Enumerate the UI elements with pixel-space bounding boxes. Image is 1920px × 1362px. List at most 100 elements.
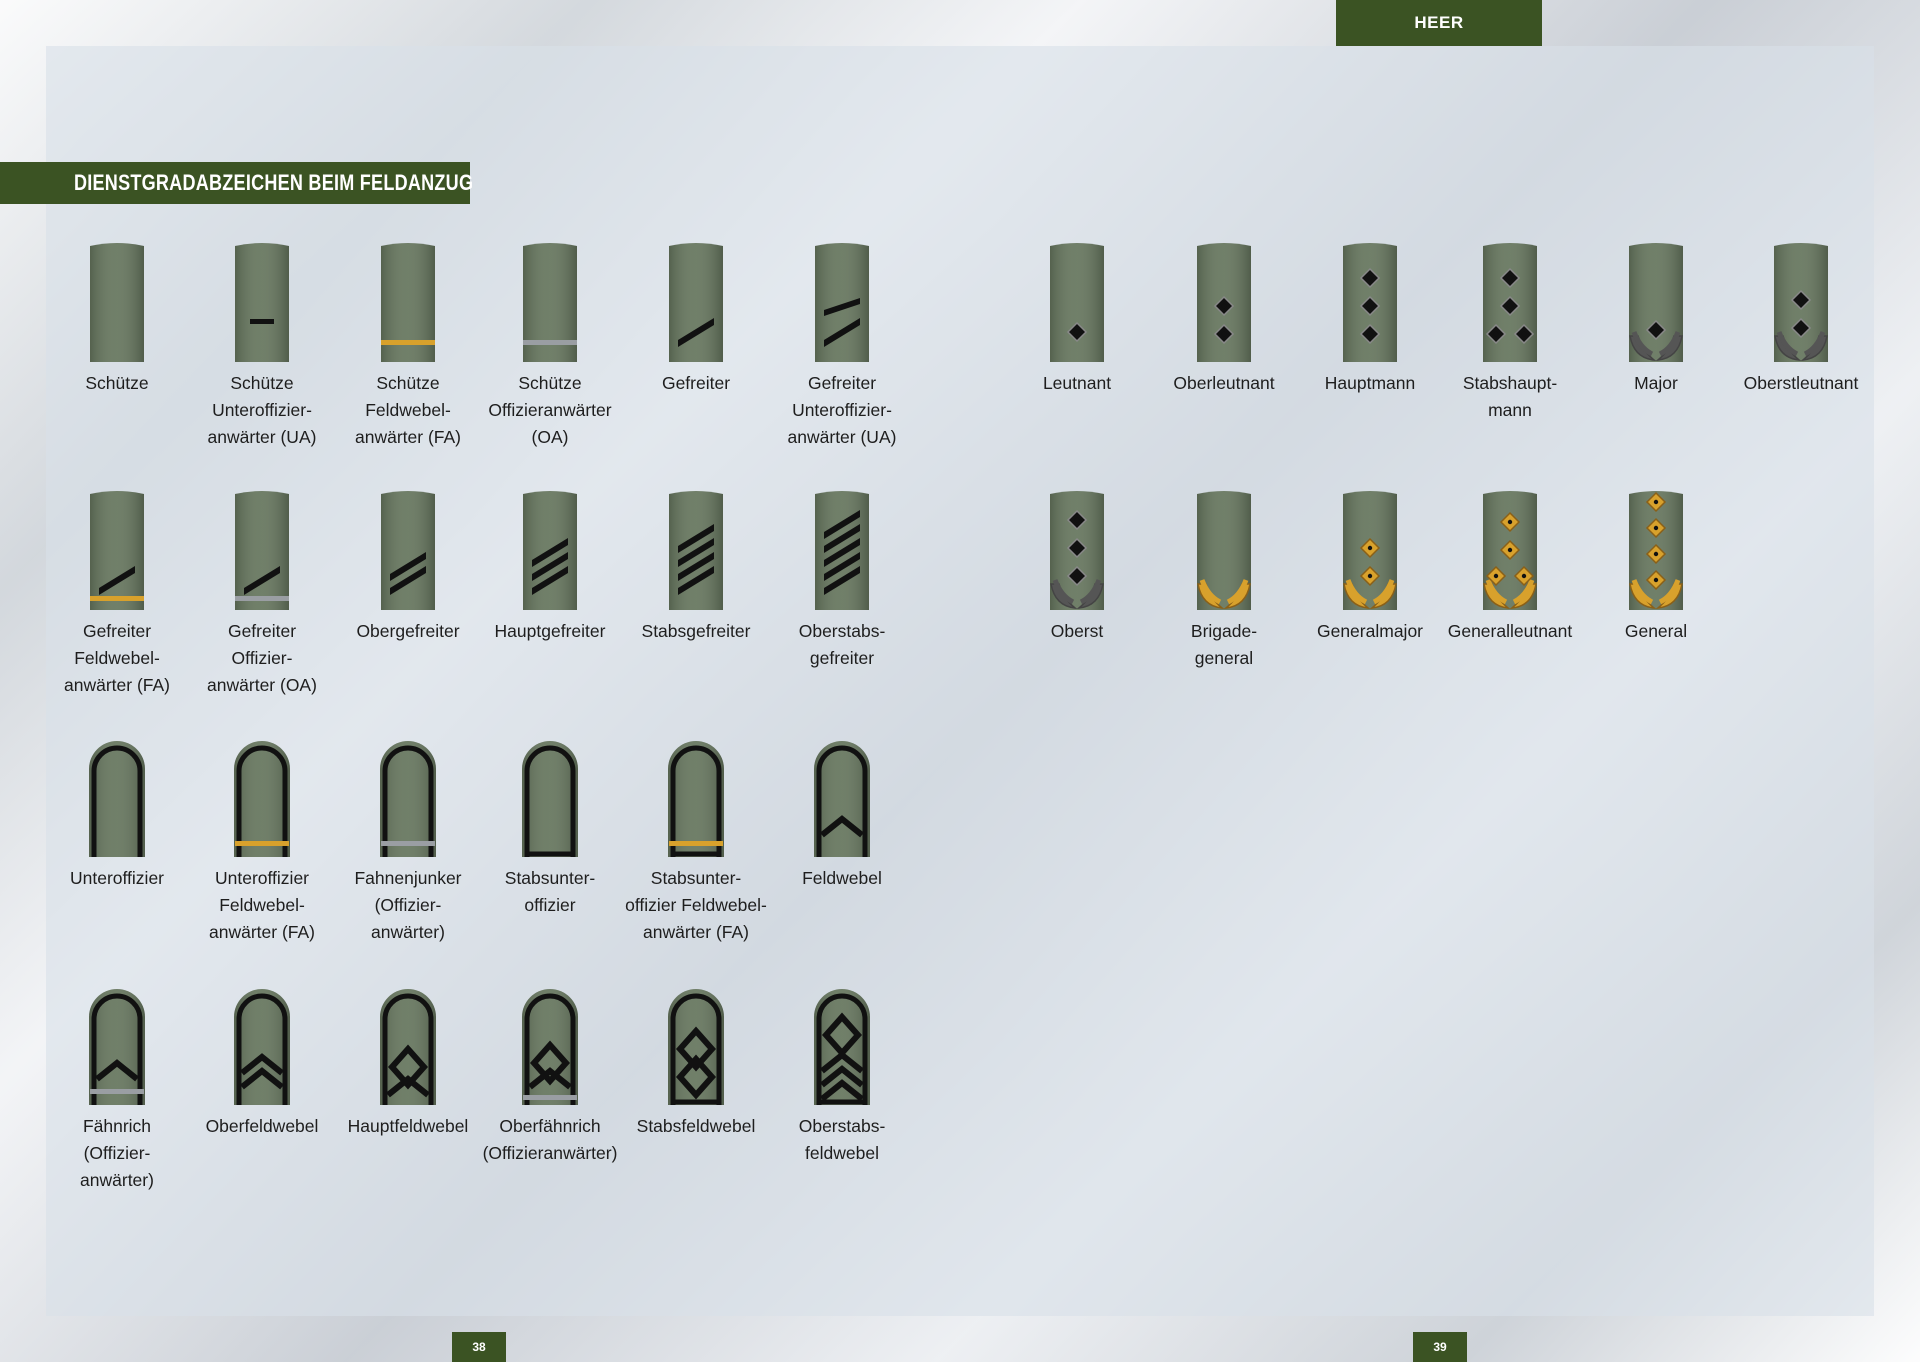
epaulette-schuetze-fa-icon [333,236,483,362]
rank-label: Leutnant [1042,373,1112,393]
epaulette-gefreiter-fa-icon [42,484,192,610]
rank-hauptfeldwebel: Hauptfeldwebel [333,979,483,1140]
rank-label: Unteroffizier [69,868,165,888]
section-tab-heer: HEER [1336,0,1542,46]
epaulette-oberst-icon [1002,484,1152,610]
rank-oberfeldwebel: Oberfeldwebel [187,979,337,1140]
rank-stabshauptmann: Stabshaupt- mann [1435,236,1585,424]
epaulette-oberfeldwebel-icon [187,979,337,1105]
rank-label: Schütze [85,373,149,393]
epaulette-generalleutnant-icon [1435,484,1585,610]
epaulette-fahnenjunker-icon [333,731,483,857]
rank-label: Gefreiter [661,373,731,393]
rank-schuetze-fa: Schütze Feldwebel- anwärter (FA) [333,236,483,451]
epaulette-gefreiter-oa-icon [187,484,337,610]
rank-label: Gefreiter Feldwebel- anwärter (FA) [64,621,170,695]
rank-label: Brigade- general [1190,621,1258,668]
rank-gefreiter-fa: Gefreiter Feldwebel- anwärter (FA) [42,484,192,699]
epaulette-gefreiter-icon [621,236,771,362]
epaulette-unteroffizier-fa-icon [187,731,337,857]
rank-gefreiter-oa: Gefreiter Offizier- anwärter (OA) [187,484,337,699]
epaulette-feldwebel-icon [767,731,917,857]
page-number-right: 39 [1413,1332,1467,1362]
epaulette-oberstleutnant-icon [1726,236,1876,362]
rank-label: Feldwebel [802,868,882,888]
rank-label: Unteroffizier Feldwebel- anwärter (FA) [209,868,315,942]
epaulette-oberleutnant-icon [1149,236,1299,362]
rank-generalmajor: Generalmajor [1295,484,1445,645]
rank-fahnenjunker: Fahnenjunker (Offizier- anwärter) [333,731,483,946]
epaulette-hauptfeldwebel-icon [333,979,483,1105]
rank-label: Gefreiter Unteroffizier- anwärter (UA) [787,373,897,447]
rank-feldwebel: Feldwebel [767,731,917,892]
section-header: DIENSTGRADABZEICHEN BEIM FELDANZUG [0,162,474,204]
rank-stabsfeldwebel: Stabsfeldwebel [621,979,771,1140]
epaulette-stabsfeldwebel-icon [621,979,771,1105]
rank-label: Gefreiter Offizier- anwärter (OA) [207,621,317,695]
epaulette-unteroffizier-icon [42,731,192,857]
rank-oberfaehnrich: Oberfähnrich (Offizieranwärter) [475,979,625,1167]
rank-label: Oberfeldwebel [205,1116,319,1136]
rank-label: Stabshaupt- mann [1462,373,1558,420]
rank-oberstleutnant: Oberstleutnant [1726,236,1876,397]
rank-generalleutnant: Generalleutnant [1435,484,1585,645]
epaulette-faehnrich-icon [42,979,192,1105]
rank-hauptmann: Hauptmann [1295,236,1445,397]
rank-label: Schütze Offizieranwärter (OA) [488,373,612,447]
epaulette-generalmajor-icon [1295,484,1445,610]
section-title: DIENSTGRADABZEICHEN BEIM FELDANZUG [74,170,474,195]
rank-label: Hauptfeldwebel [347,1116,469,1136]
epaulette-hauptgefreiter-icon [475,484,625,610]
epaulette-schuetze-icon [42,236,192,362]
rank-stabsgefreiter: Stabsgefreiter [621,484,771,645]
page-number-left: 38 [452,1332,506,1362]
epaulette-stabshauptmann-icon [1435,236,1585,362]
rank-label: Oberstleutnant [1743,373,1859,393]
rank-label: Oberstabs- feldwebel [798,1116,886,1163]
rank-oberstabsfeldwebel: Oberstabs- feldwebel [767,979,917,1167]
epaulette-oberfaehnrich-icon [475,979,625,1105]
rank-label: Oberfähnrich (Offizieranwärter) [482,1116,618,1163]
rank-label: Stabsfeldwebel [636,1116,756,1136]
rank-label: General [1624,621,1688,641]
rank-hauptgefreiter: Hauptgefreiter [475,484,625,645]
rank-gefreiter: Gefreiter [621,236,771,397]
epaulette-major-icon [1581,236,1731,362]
epaulette-brigadegeneral-icon [1149,484,1299,610]
rank-label: Stabsunter- offizier [504,868,596,915]
rank-stabsunteroffizier-fa: Stabsunter- offizier Feldwebel- anwärter… [621,731,771,946]
epaulette-leutnant-icon [1002,236,1152,362]
rank-faehnrich: Fähnrich (Offizier- anwärter) [42,979,192,1194]
epaulette-stabsgefreiter-icon [621,484,771,610]
rank-label: Generalmajor [1316,621,1424,641]
rank-unteroffizier: Unteroffizier [42,731,192,892]
rank-obergefreiter: Obergefreiter [333,484,483,645]
rank-label: Fähnrich (Offizier- anwärter) [80,1116,154,1190]
rank-gefreiter-ua: Gefreiter Unteroffizier- anwärter (UA) [767,236,917,451]
rank-label: Hauptmann [1324,373,1416,393]
epaulette-stabsunteroffizier-icon [475,731,625,857]
rank-oberst: Oberst [1002,484,1152,645]
rank-label: Major [1634,373,1678,393]
rank-label: Oberst [1050,621,1104,641]
rank-label: Hauptgefreiter [494,621,606,641]
rank-unteroffizier-fa: Unteroffizier Feldwebel- anwärter (FA) [187,731,337,946]
rank-brigadegeneral: Brigade- general [1149,484,1299,672]
rank-label: Generalleutnant [1447,621,1573,641]
rank-schuetze: Schütze [42,236,192,397]
rank-label: Obergefreiter [356,621,460,641]
rank-major: Major [1581,236,1731,397]
rank-label: Fahnenjunker (Offizier- anwärter) [354,868,462,942]
rank-oberleutnant: Oberleutnant [1149,236,1299,397]
rank-label: Stabsgefreiter [641,621,751,641]
rank-stabsunteroffizier: Stabsunter- offizier [475,731,625,919]
rank-label: Oberleutnant [1173,373,1275,393]
epaulette-gefreiter-ua-icon [767,236,917,362]
rank-label: Oberstabs- gefreiter [798,621,886,668]
rank-general: General [1581,484,1731,645]
epaulette-stabsunteroffizier-fa-icon [621,731,771,857]
epaulette-schuetze-ua-icon [187,236,337,362]
rank-label: Schütze Feldwebel- anwärter (FA) [355,373,461,447]
rank-oberstabsgefreiter: Oberstabs- gefreiter [767,484,917,672]
epaulette-general-icon [1581,484,1731,610]
